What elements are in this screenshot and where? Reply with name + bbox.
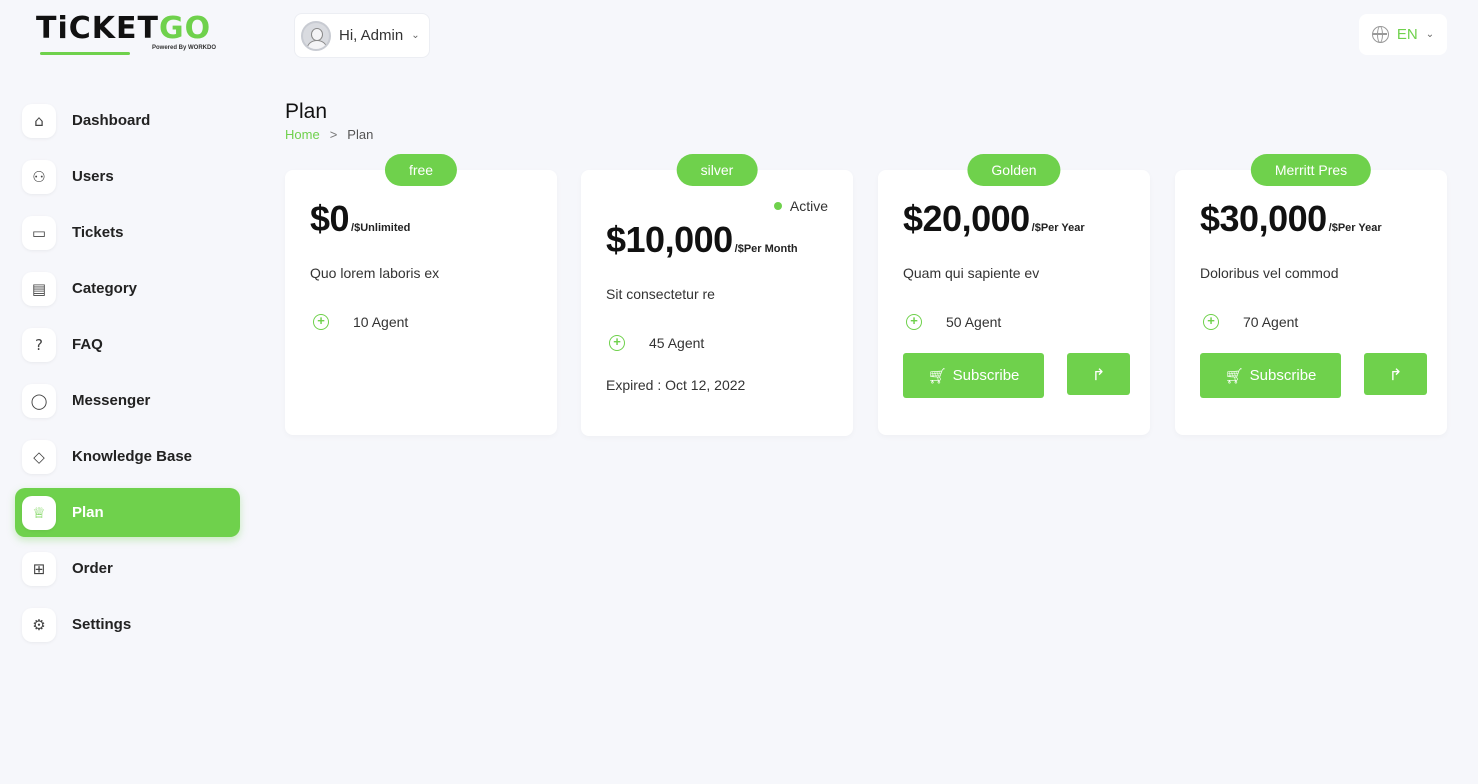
- plan-card-golden: Golden $20,000 /$Per Year Quam qui sapie…: [878, 154, 1150, 435]
- avatar: [301, 20, 331, 51]
- plan-agents: + 70 Agent: [1203, 314, 1298, 330]
- sidebar-item-label: Category: [72, 280, 138, 297]
- status-badge: Active: [773, 198, 828, 214]
- cart-icon: 🛒︎: [927, 366, 947, 385]
- share-arrow-icon: ↱: [1091, 364, 1106, 384]
- agents-count: 50 Agent: [946, 314, 1002, 330]
- plan-agents: + 45 Agent: [609, 335, 704, 351]
- price-amount: $20,000: [903, 198, 1030, 239]
- plus-circle-icon: +: [1203, 314, 1219, 330]
- sidebar: ⌂ Dashboard ⚇ Users ▭ Tickets ▤ Category…: [15, 96, 240, 656]
- graduation-cap-icon: ◇: [22, 439, 56, 474]
- globe-icon: [1371, 26, 1389, 43]
- breadcrumb-home-link[interactable]: Home: [285, 127, 320, 142]
- plan-agents: + 10 Agent: [313, 314, 408, 330]
- breadcrumb-separator: >: [329, 127, 338, 142]
- sidebar-item-faq[interactable]: ? FAQ: [15, 320, 240, 369]
- sidebar-item-knowledge-base[interactable]: ◇ Knowledge Base: [15, 432, 240, 481]
- sidebar-item-order[interactable]: ⊞ Order: [15, 544, 240, 593]
- cart-icon: ⊞: [22, 551, 56, 586]
- plan-agents: + 50 Agent: [906, 314, 1001, 330]
- price-duration: /$Per Year: [1031, 222, 1085, 234]
- users-icon: ⚇: [22, 159, 56, 194]
- plan-name-badge: free: [384, 154, 458, 186]
- share-arrow-icon: ↱: [1388, 364, 1403, 384]
- sidebar-item-label: Settings: [72, 616, 132, 633]
- sidebar-item-label: Messenger: [72, 392, 151, 409]
- share-button[interactable]: ↱: [1067, 353, 1130, 395]
- trophy-icon: ♕: [22, 495, 56, 530]
- price-amount: $10,000: [606, 219, 733, 260]
- sidebar-item-label: Users: [72, 168, 114, 185]
- sidebar-item-tickets[interactable]: ▭ Tickets: [15, 208, 240, 257]
- brand-underline: [40, 52, 130, 55]
- clipboard-icon: ▤: [22, 271, 56, 306]
- user-greeting: Hi, Admin: [339, 27, 404, 44]
- gear-icon: ⚙: [22, 607, 56, 642]
- agents-count: 10 Agent: [353, 314, 409, 330]
- chevron-down-icon: ⌄: [1425, 29, 1435, 40]
- plan-name-badge: Golden: [967, 154, 1061, 186]
- sidebar-item-settings[interactable]: ⚙ Settings: [15, 600, 240, 649]
- sidebar-item-users[interactable]: ⚇ Users: [15, 152, 240, 201]
- question-icon: ?: [22, 327, 56, 362]
- cart-icon: 🛒︎: [1224, 366, 1244, 385]
- price-amount: $0: [310, 198, 350, 239]
- subscribe-button[interactable]: 🛒︎ Subscribe: [903, 353, 1044, 398]
- plus-circle-icon: +: [609, 335, 625, 351]
- chevron-down-icon: ⌄: [411, 30, 420, 41]
- plan-description: Quam qui sapiente ev: [903, 265, 1040, 281]
- status-text: Active: [789, 198, 828, 214]
- sidebar-item-label: FAQ: [72, 336, 103, 353]
- plan-card-silver: silver Active $10,000 /$Per Month Sit co…: [581, 154, 853, 436]
- brand-name: TiCKETGO: [36, 11, 212, 46]
- plan-name-badge: silver: [676, 154, 758, 186]
- plan-price: $0 /$Unlimited: [310, 198, 410, 240]
- subscribe-label: Subscribe: [952, 367, 1020, 384]
- sidebar-item-messenger[interactable]: ◯ Messenger: [15, 376, 240, 425]
- plan-description: Quo lorem laboris ex: [310, 265, 440, 281]
- price-duration: /$Per Year: [1328, 222, 1382, 234]
- plan-card-free: free $0 /$Unlimited Quo lorem laboris ex…: [285, 154, 557, 435]
- price-duration: /$Unlimited: [351, 222, 411, 234]
- sidebar-item-label: Knowledge Base: [72, 448, 193, 465]
- price-duration: /$Per Month: [734, 243, 798, 255]
- plan-price: $10,000 /$Per Month: [606, 219, 798, 261]
- plan-name-badge: Merritt Pres: [1250, 154, 1372, 186]
- sidebar-item-plan[interactable]: ♕ Plan: [15, 488, 240, 537]
- plan-price: $20,000 /$Per Year: [903, 198, 1085, 240]
- plan-card-merritt-pres: Merritt Pres $30,000 /$Per Year Doloribu…: [1175, 154, 1447, 435]
- price-amount: $30,000: [1200, 198, 1327, 239]
- user-menu[interactable]: Hi, Admin ⌄: [294, 13, 430, 58]
- plan-expiry: Expired : Oct 12, 2022: [606, 377, 746, 393]
- ticket-icon: ▭: [22, 215, 56, 250]
- active-dot-icon: [773, 202, 782, 210]
- breadcrumb-current: Plan: [347, 127, 374, 142]
- brand-tagline: Powered By WORKDO: [151, 45, 216, 51]
- plan-description: Doloribus vel commod: [1200, 265, 1339, 281]
- language-selector[interactable]: EN ⌄: [1359, 14, 1447, 55]
- agents-count: 45 Agent: [649, 335, 705, 351]
- plan-description: Sit consectetur re: [606, 286, 715, 302]
- subscribe-button[interactable]: 🛒︎ Subscribe: [1200, 353, 1341, 398]
- sidebar-item-label: Tickets: [72, 224, 124, 241]
- plus-circle-icon: +: [313, 314, 329, 330]
- home-icon: ⌂: [22, 103, 56, 138]
- plan-price: $30,000 /$Per Year: [1200, 198, 1382, 240]
- sidebar-item-category[interactable]: ▤ Category: [15, 264, 240, 313]
- sidebar-item-label: Dashboard: [72, 112, 151, 129]
- brand-logo[interactable]: TiCKETGO Powered By WORKDO: [36, 12, 218, 58]
- sidebar-item-dashboard[interactable]: ⌂ Dashboard: [15, 96, 240, 145]
- plus-circle-icon: +: [906, 314, 922, 330]
- subscribe-label: Subscribe: [1249, 367, 1317, 384]
- sidebar-item-label: Plan: [72, 504, 104, 521]
- agents-count: 70 Agent: [1243, 314, 1299, 330]
- sidebar-item-label: Order: [72, 560, 113, 577]
- chat-icon: ◯: [22, 383, 56, 418]
- page-title: Plan: [285, 100, 328, 123]
- share-button[interactable]: ↱: [1364, 353, 1427, 395]
- breadcrumb: Home > Plan: [285, 127, 373, 142]
- language-code: EN: [1396, 26, 1418, 43]
